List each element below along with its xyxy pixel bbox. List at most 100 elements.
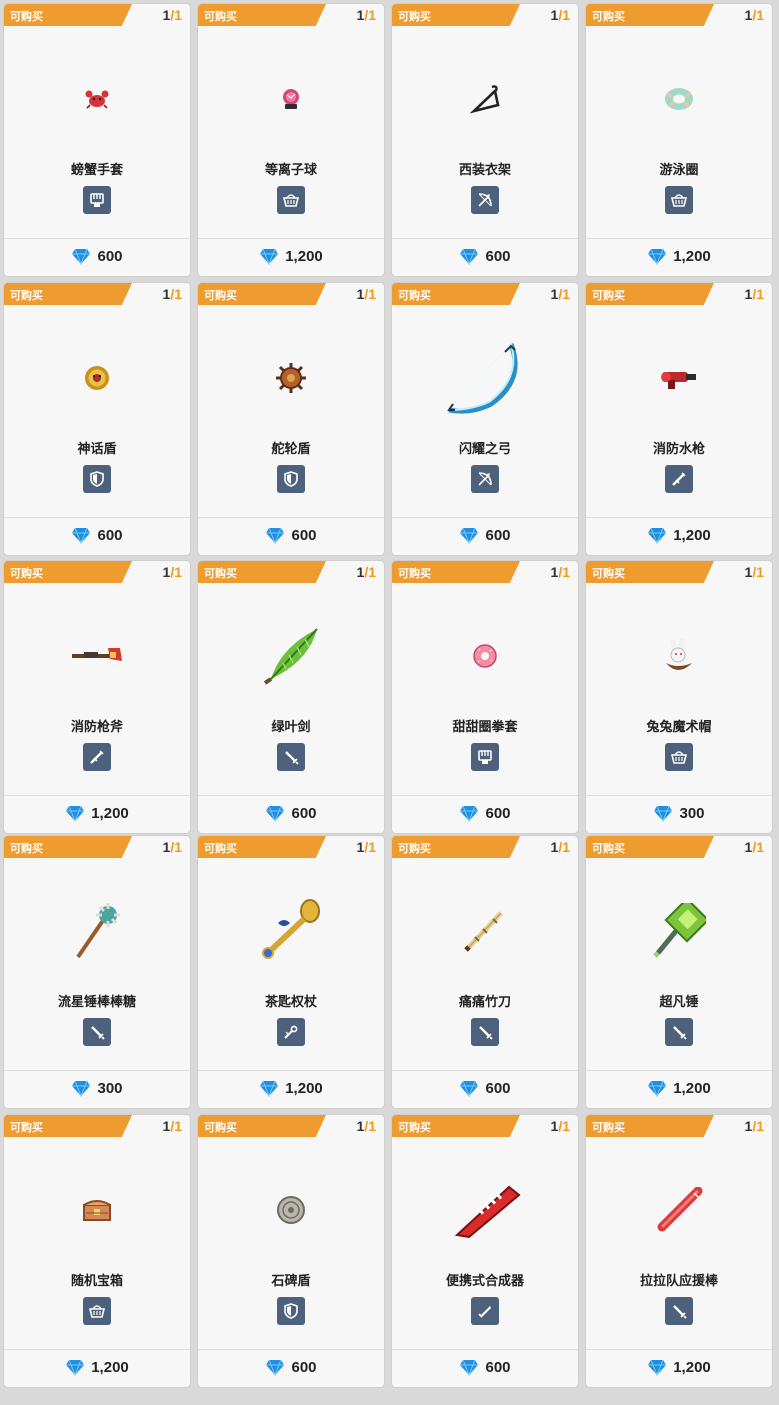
shop-item-card[interactable]: 可购买 1/1 痛痛竹刀 600 — [392, 836, 578, 1108]
shop-item-card[interactable]: 可购买 1/1 消防枪斧 1,200 — [4, 561, 190, 833]
diamond-icon — [266, 527, 285, 545]
divider — [392, 1070, 578, 1071]
shop-item-card[interactable]: 可购买 1/1 茶匙权杖 1,200 — [198, 836, 384, 1108]
shop-item-card[interactable]: 可购买 1/1 等离子球 1,200 — [198, 4, 384, 276]
item-image — [629, 1165, 729, 1255]
shop-item-card[interactable]: 可购买 1/1 舵轮盾 600 — [198, 283, 384, 555]
price: 600 — [392, 1357, 578, 1377]
price-value: 1,200 — [285, 1079, 323, 1097]
stock-count: 1/1 — [744, 564, 764, 580]
stock-count: 1/1 — [744, 1118, 764, 1134]
diamond-icon — [648, 1080, 667, 1098]
sword-icon — [471, 1018, 499, 1046]
divider — [4, 1349, 190, 1350]
diamond-icon — [460, 527, 479, 545]
price-value: 600 — [291, 1358, 317, 1376]
shop-item-card[interactable]: 可购买 1/1 神话盾 600 — [4, 283, 190, 555]
item-image — [435, 1165, 535, 1255]
item-image — [47, 1165, 147, 1255]
shop-item-card[interactable]: 可购买 1/1 西装衣架 600 — [392, 4, 578, 276]
price: 600 — [4, 246, 190, 266]
divider — [4, 517, 190, 518]
stock-count: 1/1 — [162, 1118, 182, 1134]
item-name: 绿叶剑 — [271, 719, 311, 734]
buyable-label: 可购买 — [10, 568, 43, 580]
buyable-label: 可购买 — [10, 11, 43, 23]
sword-icon — [277, 743, 305, 771]
buyable-label: 可购买 — [592, 1122, 625, 1134]
divider — [4, 1070, 190, 1071]
stock-count: 1/1 — [744, 7, 764, 23]
item-image — [629, 333, 729, 423]
item-image — [241, 333, 341, 423]
item-image — [241, 611, 341, 701]
divider — [198, 1070, 384, 1071]
stock-count: 1/1 — [550, 564, 570, 580]
shop-item-card[interactable]: 可购买 1/1 螃蟹手套 600 — [4, 4, 190, 276]
shop-item-card[interactable]: 可购买 1/1 消防水枪 1,200 — [586, 283, 772, 555]
stock-count: 1/1 — [550, 7, 570, 23]
divider — [198, 238, 384, 239]
item-name: 闪耀之弓 — [458, 441, 511, 456]
shop-item-card[interactable]: 可购买 1/1 绿叶剑 600 — [198, 561, 384, 833]
price-value: 1,200 — [285, 247, 323, 265]
price: 1,200 — [4, 1357, 190, 1377]
shop-item-card[interactable]: 可购买 1/1 甜甜圈拳套 600 — [392, 561, 578, 833]
shop-item-card[interactable]: 可购买 1/1 超凡锤 1,200 — [586, 836, 772, 1108]
item-name: 便携式合成器 — [445, 1273, 524, 1288]
stock-count: 1/1 — [162, 7, 182, 23]
basket-icon — [83, 1297, 111, 1325]
fist-icon — [471, 743, 499, 771]
diamond-icon — [66, 805, 85, 823]
item-image — [241, 886, 341, 976]
stock-count: 1/1 — [744, 286, 764, 302]
gun-icon — [665, 465, 693, 493]
buyable-label: 可购买 — [398, 1122, 431, 1134]
divider — [586, 795, 772, 796]
divider — [586, 1070, 772, 1071]
price-value: 600 — [97, 247, 123, 265]
shop-item-card[interactable]: 可购买 1/1 游泳圈 1,200 — [586, 4, 772, 276]
buyable-label: 可购买 — [398, 290, 431, 302]
price-value: 600 — [485, 247, 511, 265]
stock-count: 1/1 — [550, 1118, 570, 1134]
price: 300 — [586, 803, 772, 823]
item-name: 茶匙权杖 — [264, 994, 317, 1009]
price: 1,200 — [198, 246, 384, 266]
shop-item-card[interactable]: 可购买 1/1 拉拉队应援棒 1,200 — [586, 1115, 772, 1387]
diamond-icon — [72, 527, 91, 545]
shop-item-card[interactable]: 可购买 1/1 闪耀之弓 600 — [392, 283, 578, 555]
item-image — [435, 886, 535, 976]
price-value: 1,200 — [673, 526, 711, 544]
shop-item-card[interactable]: 可购买 1/1 石碑盾 600 — [198, 1115, 384, 1387]
buyable-label: 可购买 — [204, 11, 237, 23]
price: 600 — [392, 1078, 578, 1098]
buyable-label: 可购买 — [592, 568, 625, 580]
item-image — [241, 54, 341, 144]
stock-count: 1/1 — [162, 286, 182, 302]
item-image — [47, 54, 147, 144]
item-image — [629, 886, 729, 976]
shield-icon — [277, 465, 305, 493]
diamond-icon — [266, 1359, 285, 1377]
divider — [392, 238, 578, 239]
item-name: 石碑盾 — [271, 1273, 311, 1288]
staff-icon — [277, 1018, 305, 1046]
diamond-icon — [72, 248, 91, 266]
shop-item-card[interactable]: 可购买 1/1 流星锤棒棒糖 300 — [4, 836, 190, 1108]
shop-item-card[interactable]: 可购买 1/1 兔兔魔术帽 300 — [586, 561, 772, 833]
item-name: 随机宝箱 — [70, 1273, 123, 1288]
buyable-label: 可购买 — [10, 290, 43, 302]
diamond-icon — [648, 248, 667, 266]
item-name: 超凡锤 — [659, 994, 699, 1009]
blade-icon — [471, 1297, 499, 1325]
price: 300 — [4, 1078, 190, 1098]
price-value: 1,200 — [673, 1358, 711, 1376]
shop-item-card[interactable]: 可购买 1/1 便携式合成器 600 — [392, 1115, 578, 1387]
item-name: 痛痛竹刀 — [458, 994, 511, 1009]
basket-icon — [665, 743, 693, 771]
shop-item-card[interactable]: 可购买 1/1 随机宝箱 1,200 — [4, 1115, 190, 1387]
fist-icon — [83, 186, 111, 214]
item-image — [47, 333, 147, 423]
price-value: 600 — [291, 526, 317, 544]
